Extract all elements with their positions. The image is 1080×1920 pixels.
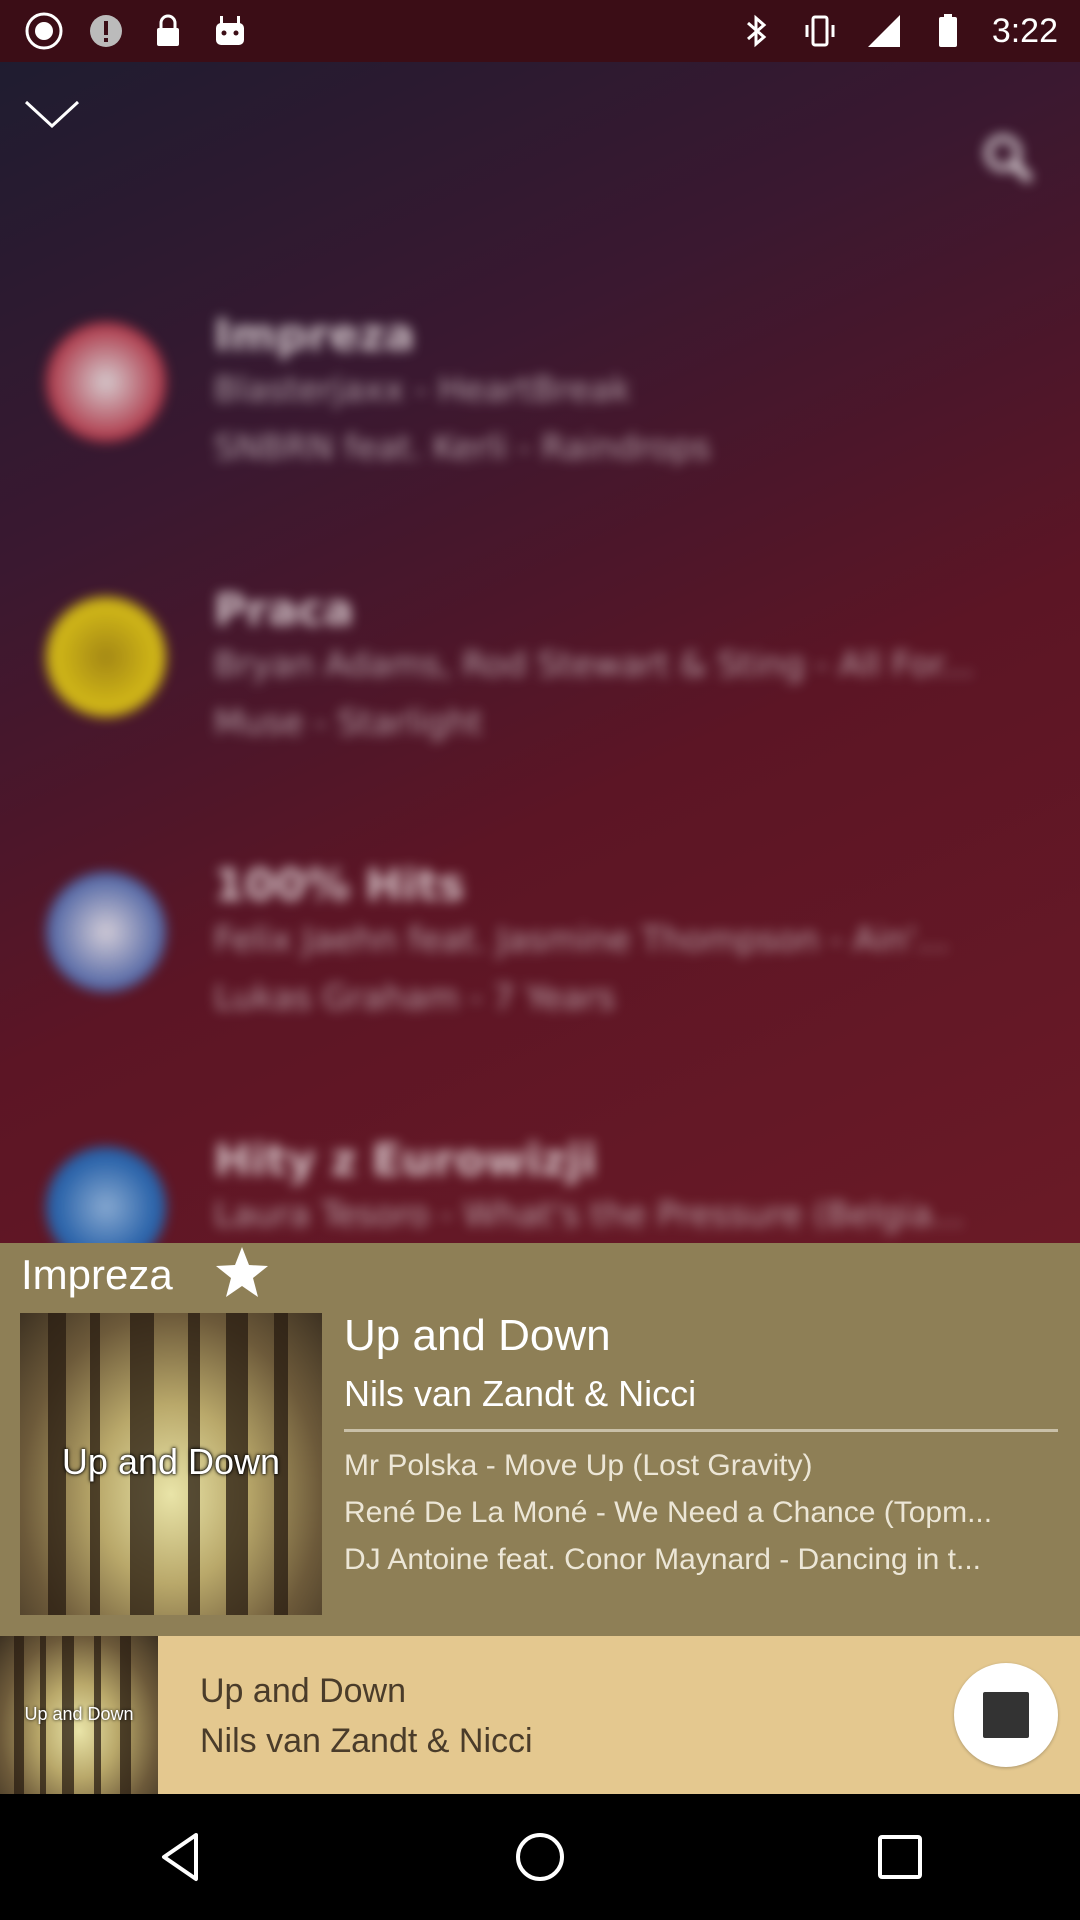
status-left-icons [0,11,250,51]
home-button[interactable] [495,1812,585,1902]
queue-item[interactable]: René De La Moné - We Need a Chance (Topm… [344,1496,1060,1530]
playlist-track-line: Muse - Starlight [214,703,483,743]
playlist-item-100-hits[interactable]: 100% Hits Felix Jaehn feat. Jasmine Thom… [0,852,1080,1072]
now-playing-panel: Impreza Up and Down Up and Down Nils van… [0,1243,1080,1636]
blurred-list: Impreza Blasterjaxx - HeartBreak SNBRN f… [0,62,1080,1243]
back-icon [162,1833,198,1881]
navigation-bar [0,1794,1080,1920]
playlist-avatar [46,597,166,717]
mini-player-cover-label: Up and Down [24,1704,134,1724]
mini-player[interactable]: Up and Down Up and Down Nils van Zandt &… [0,1636,1080,1794]
collapse-button[interactable] [20,82,84,146]
queue-item[interactable]: Mr Polska - Move Up (Lost Gravity) [344,1449,1060,1483]
back-button[interactable] [135,1812,225,1902]
app-icon [24,11,64,51]
playlist-item-praca[interactable]: Praca Bryan Adams, Rod Stewart & Sting -… [0,577,1080,797]
album-cover: Up and Down [20,1313,322,1615]
bluetooth-icon [736,11,776,51]
playlist-item-impreza[interactable]: Impreza Blasterjaxx - HeartBreak SNBRN f… [0,302,1080,522]
lock-icon [148,11,188,51]
chevron-down-icon [24,100,80,129]
now-playing-title: Up and Down [344,1311,611,1360]
mini-player-title: Up and Down [200,1672,407,1710]
recents-icon [878,1835,922,1879]
stop-button[interactable] [954,1663,1058,1767]
favorite-button[interactable] [212,1243,272,1303]
playlist-item-hity-z-eurowizji[interactable]: Hity z Eurowizji Laura Tesoro - What's t… [0,1127,1080,1243]
playlist-track-line: Laura Tesoro - What's the Pressure (Belg… [214,1195,965,1235]
android-icon [210,11,250,51]
battery-icon [928,11,968,51]
recents-button[interactable] [855,1812,945,1902]
playlist-avatar [46,322,166,442]
playlist-track-line: Lukas Graham - 7 Years [214,978,616,1018]
status-right-icons: 3:22 [736,11,1080,51]
home-icon [516,1833,564,1881]
playlist-title: Hity z Eurowizji [214,1135,597,1186]
signal-icon [864,11,904,51]
divider [344,1429,1058,1432]
playlist-avatar [46,1147,166,1243]
info-icon [86,11,126,51]
playlist-title: 100% Hits [214,860,465,911]
playlist-browser-background: Impreza Blasterjaxx - HeartBreak SNBRN f… [0,62,1080,1243]
star-icon [216,1247,268,1297]
album-cover-label: Up and Down [61,1441,281,1482]
playlist-track-line: SNBRN feat. Kerli - Raindrops [214,428,711,468]
playlist-avatar [46,872,166,992]
queue-item[interactable]: DJ Antoine feat. Conor Maynard - Dancing… [344,1543,1060,1577]
status-bar: 3:22 [0,0,1080,62]
vibrate-icon [800,11,840,51]
mini-player-cover: Up and Down [0,1636,158,1794]
stop-icon [983,1692,1029,1738]
playlist-track-line: Blasterjaxx - HeartBreak [214,370,631,410]
playlist-track-line: Felix Jaehn feat. Jasmine Thompson - Ain… [214,920,950,960]
playlist-title: Impreza [21,1251,173,1298]
playlist-title: Impreza [214,310,415,361]
search-button[interactable] [976,126,1040,190]
playlist-track-line: Bryan Adams, Rod Stewart & Sting - All F… [214,645,975,685]
search-icon [985,135,1033,183]
mini-player-artist: Nils van Zandt & Nicci [200,1722,533,1760]
status-time: 3:22 [991,11,1058,50]
playlist-title: Praca [214,585,354,636]
now-playing-artist: Nils van Zandt & Nicci [344,1373,697,1414]
